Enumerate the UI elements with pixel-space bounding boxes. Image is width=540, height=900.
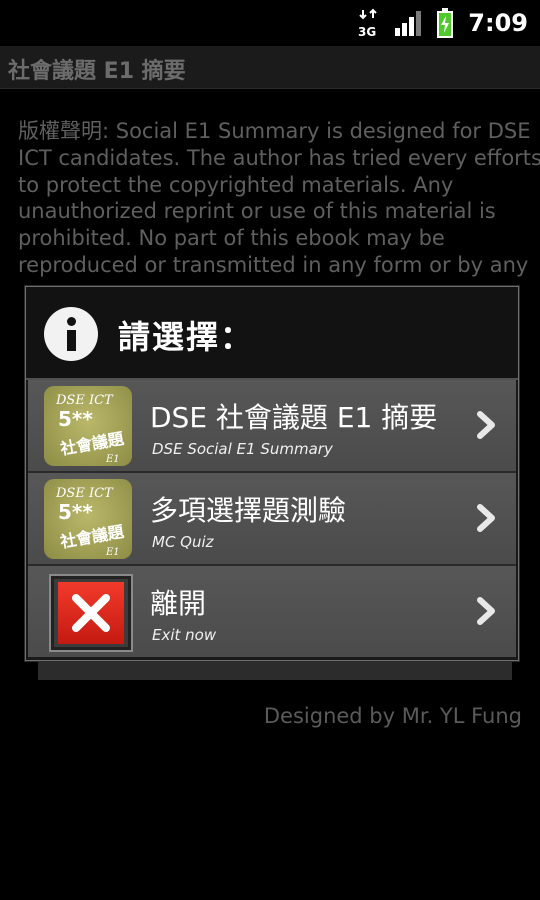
choice-dialog: 請選擇： DSE ICT 5** 社會議題 E1 DSE 社會議題 E1 摘要 … bbox=[25, 286, 519, 661]
svg-text:E1: E1 bbox=[105, 547, 120, 558]
menu-item-mc-quiz[interactable]: DSE ICT 5** 社會議題 E1 多項選擇題測驗 MC Quiz bbox=[28, 473, 516, 566]
clock: 7:09 bbox=[468, 9, 528, 37]
chevron-right-icon bbox=[477, 411, 495, 439]
notice-line: 版權聲明: Social E1 Summary is designed for … bbox=[18, 119, 531, 143]
notice-line: prohibited. No part of this ebook may be bbox=[18, 226, 445, 251]
chevron-right-icon bbox=[477, 597, 495, 625]
exit-x-icon bbox=[49, 574, 133, 652]
notice-line: to protect the copyrighted materials. An… bbox=[18, 172, 454, 197]
dse-ict-app-icon: DSE ICT 5** 社會議題 E1 bbox=[44, 386, 132, 466]
svg-text:E1: E1 bbox=[105, 454, 120, 465]
status-bar: 3G 7:09 bbox=[0, 0, 540, 46]
dse-ict-app-icon: DSE ICT 5** 社會議題 E1 bbox=[44, 479, 132, 559]
svg-text:5**: 5** bbox=[58, 407, 93, 431]
svg-text:5**: 5** bbox=[58, 500, 93, 524]
notice-line: ICT candidates. The author has tried eve… bbox=[18, 145, 540, 170]
network-type-label: 3G bbox=[358, 25, 376, 38]
menu-item-sublabel: Exit now bbox=[152, 626, 217, 644]
app-title: 社會議題 E1 摘要 bbox=[8, 59, 186, 84]
copyright-notice: 版權聲明: Social E1 Summary is designed for … bbox=[18, 118, 540, 279]
svg-text:DSE ICT: DSE ICT bbox=[55, 393, 114, 408]
dialog-header: 請選擇： bbox=[26, 287, 518, 380]
notice-line: reproduced or transmitted in any form or… bbox=[18, 252, 529, 277]
battery-charging-icon bbox=[436, 8, 454, 38]
app-title-bar: 社會議題 E1 摘要 bbox=[0, 46, 540, 89]
menu-item-exit[interactable]: 離開 Exit now bbox=[28, 566, 516, 657]
designer-credit: Designed by Mr. YL Fung bbox=[263, 704, 522, 728]
signal-strength-icon bbox=[394, 10, 422, 36]
menu-item-sublabel: MC Quiz bbox=[152, 533, 214, 551]
menu-item-label: 離開 bbox=[150, 587, 207, 620]
menu-item-label: 多項選擇題測驗 bbox=[150, 494, 347, 527]
menu-item-label: DSE 社會議題 E1 摘要 bbox=[150, 401, 438, 434]
network-3g-icon: 3G bbox=[358, 8, 380, 39]
svg-text:DSE ICT: DSE ICT bbox=[55, 486, 114, 501]
dialog-title: 請選擇： bbox=[118, 318, 255, 356]
info-icon bbox=[44, 307, 98, 361]
chevron-right-icon bbox=[477, 504, 495, 532]
notice-line: unauthorized reprint or use of this mate… bbox=[18, 199, 496, 224]
menu-item-summary[interactable]: DSE ICT 5** 社會議題 E1 DSE 社會議題 E1 摘要 DSE S… bbox=[28, 380, 516, 473]
background-button-edge bbox=[38, 658, 512, 680]
menu-item-sublabel: DSE Social E1 Summary bbox=[152, 440, 333, 458]
